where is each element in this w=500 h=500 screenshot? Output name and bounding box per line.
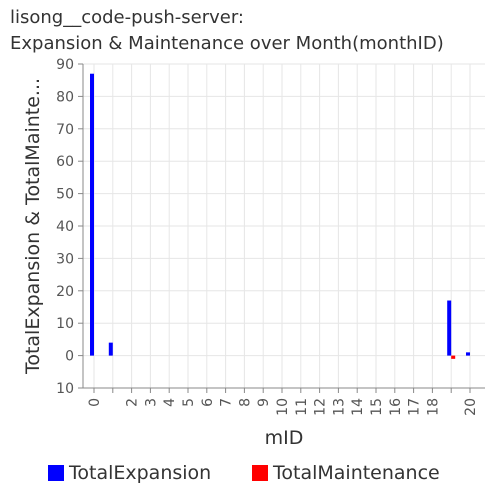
x-tick-label: 11: [294, 398, 310, 416]
y-tick-label: 80: [56, 89, 74, 105]
x-tick-label: 2: [125, 398, 141, 407]
x-tick-label: 10: [275, 398, 291, 416]
bar-TotalExpansion-20: [466, 352, 470, 356]
y-tick-label: 10: [56, 316, 74, 332]
y-tick-label: 10: [56, 381, 74, 397]
x-tick-label: 9: [256, 398, 272, 407]
legend-item-TotalExpansion: TotalExpansion: [48, 462, 211, 484]
x-tick-label: 20: [463, 398, 479, 416]
y-tick-label: 20: [56, 284, 74, 300]
x-tick-label: 16: [388, 398, 404, 416]
y-tick-label: 0: [65, 349, 74, 365]
x-tick-label: 18: [425, 398, 441, 416]
bar-chart: 9080706050403020100100 2 3 4 5 6 7 8 9 10 11 12 13 14…: [22, 57, 485, 449]
x-tick-label: 14: [350, 398, 366, 416]
x-tick-label: 15: [369, 398, 385, 416]
y-tick-label: 60: [56, 154, 74, 170]
bar-TotalMaintenance-19: [451, 355, 456, 359]
x-axis-label: mID: [265, 427, 304, 449]
x-tick-label: 5: [181, 398, 197, 407]
y-tick-label: 40: [56, 219, 74, 235]
legend-item-TotalMaintenance: TotalMaintenance: [252, 462, 440, 484]
x-tick-label: 7: [219, 398, 235, 407]
y-tick-label: 90: [56, 57, 74, 73]
x-tick-label: 0: [87, 398, 103, 407]
legend-label: TotalMaintenance: [273, 462, 440, 484]
x-tick-label: 13: [331, 398, 347, 416]
x-tick-label: 12: [313, 398, 329, 416]
y-tick-label: 70: [56, 122, 74, 138]
x-tick-label: 8: [237, 398, 253, 407]
bar-TotalExpansion-1: [108, 342, 113, 356]
y-tick-label: 50: [56, 187, 74, 203]
axis-layer: 9080706050403020100100 2 3 4 5 6 7 8 9 10 11 12 13 14…: [56, 57, 485, 416]
x-tick-label: 6: [200, 398, 216, 407]
grid-layer: [83, 63, 485, 389]
x-tick-label: 4: [162, 398, 178, 407]
legend-label: TotalExpansion: [69, 462, 212, 484]
legend: TotalExpansion TotalMaintenance: [0, 462, 500, 492]
x-tick-label: 3: [143, 398, 159, 407]
legend-swatch: [48, 465, 64, 481]
y-tick-label: 30: [56, 251, 74, 267]
bar-TotalExpansion-19: [447, 300, 452, 356]
legend-swatch: [252, 465, 268, 481]
bar-TotalExpansion-0: [90, 73, 94, 356]
y-axis-label: TotalExpansion & TotalMainte...: [22, 78, 44, 375]
bars-layer: [90, 73, 470, 359]
x-tick-label: 17: [407, 398, 423, 416]
